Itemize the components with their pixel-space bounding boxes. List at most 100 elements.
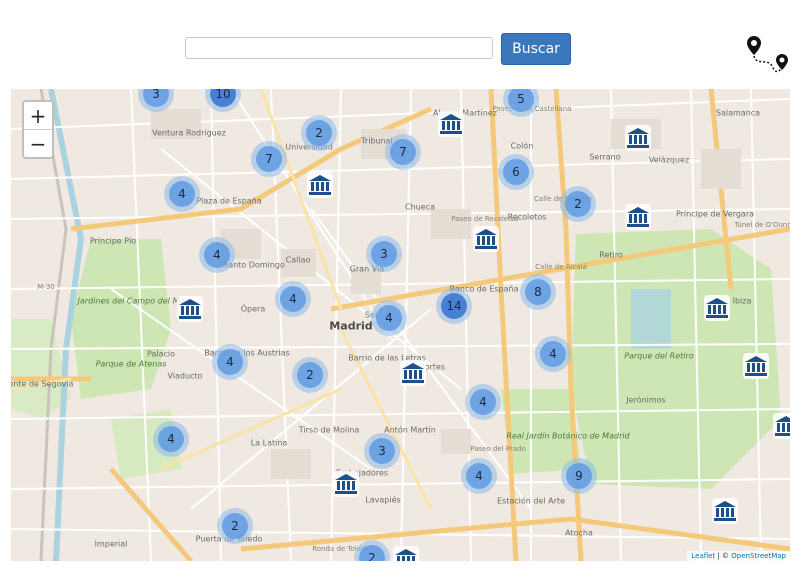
museum-marker-icon[interactable]: [437, 110, 465, 138]
route-pins-icon[interactable]: [742, 32, 792, 78]
map-place-label: Príncipe de Vergara: [675, 209, 755, 219]
marker-cluster[interactable]: 7: [385, 134, 421, 170]
marker-cluster-count: 2: [222, 513, 248, 539]
attribution-separator: | ©: [715, 552, 732, 560]
marker-cluster[interactable]: 4: [212, 344, 248, 380]
marker-cluster-count: 10: [210, 89, 236, 107]
map-place-label: Velázquez: [648, 155, 690, 165]
marker-cluster[interactable]: 6: [498, 154, 534, 190]
marker-cluster[interactable]: 4: [153, 421, 189, 457]
marker-cluster-count: 9: [566, 463, 592, 489]
map-place-label: Puente de Segovia: [11, 379, 74, 389]
map-place-label: Paseo del Prado: [470, 445, 526, 453]
museum-marker-icon[interactable]: [399, 359, 427, 387]
zoom-in-button[interactable]: +: [24, 102, 52, 130]
museum-marker-icon[interactable]: [711, 497, 739, 525]
marker-cluster[interactable]: 2: [301, 115, 337, 151]
map-place-label: Ventura Rodríguez: [152, 128, 226, 138]
map-place-label: Calle de Alcalá: [535, 263, 587, 271]
marker-cluster[interactable]: 3: [366, 236, 402, 272]
marker-cluster[interactable]: 4: [199, 237, 235, 273]
map-place-label: La Latina: [250, 438, 288, 448]
map-place-label: Tirso de Molina: [298, 425, 360, 435]
marker-cluster[interactable]: 4: [371, 300, 407, 336]
map-place-label: Atocha: [565, 528, 593, 538]
marker-cluster-count: 4: [158, 426, 184, 452]
marker-cluster[interactable]: 4: [465, 384, 501, 420]
marker-cluster[interactable]: 4: [275, 281, 311, 317]
marker-cluster-count: 3: [143, 89, 169, 107]
marker-cluster-count: 2: [297, 362, 323, 388]
marker-cluster-count: 14: [441, 293, 467, 319]
marker-cluster-count: 4: [280, 286, 306, 312]
marker-cluster-count: 3: [369, 438, 395, 464]
map-place-label: Plaza de España: [196, 196, 262, 206]
marker-cluster-count: 2: [359, 545, 385, 561]
map-place-label: Ibiza: [732, 296, 752, 306]
map-place-label: Real Jardín Botánico de Madrid: [506, 431, 630, 441]
marker-cluster-count: 2: [306, 120, 332, 146]
museum-marker-icon[interactable]: [624, 203, 652, 231]
marker-cluster[interactable]: 2: [217, 508, 253, 544]
marker-cluster-count: 4: [470, 389, 496, 415]
marker-cluster[interactable]: 4: [461, 458, 497, 494]
map-place-label: Estación del Arte: [497, 496, 565, 506]
map-place-label: Chueca: [405, 202, 435, 212]
marker-cluster-count: 8: [525, 279, 551, 305]
marker-cluster-count: 4: [466, 463, 492, 489]
museum-marker-icon[interactable]: [624, 124, 652, 152]
map-place-label: Lavapiés: [365, 495, 401, 505]
museum-marker-icon[interactable]: [472, 225, 500, 253]
map-place-label: Callao: [285, 255, 311, 265]
marker-cluster-count: 3: [371, 241, 397, 267]
zoom-control: + −: [22, 100, 54, 159]
map-place-label: Túnel de O'Donnell: [734, 221, 790, 229]
marker-cluster[interactable]: 2: [292, 357, 328, 393]
map-place-label: Palacio: [146, 349, 176, 359]
map-view[interactable]: MadridSalamancaUniversidadVentura Rodríg…: [11, 89, 790, 561]
leaflet-link[interactable]: Leaflet: [691, 552, 715, 560]
marker-cluster[interactable]: 7: [251, 141, 287, 177]
museum-marker-icon[interactable]: [306, 171, 334, 199]
marker-cluster[interactable]: 9: [561, 458, 597, 494]
map-place-label: Colón: [510, 141, 534, 151]
map-place-label: Madrid: [329, 319, 373, 333]
marker-cluster-count: 4: [540, 341, 566, 367]
museum-marker-icon[interactable]: [772, 412, 790, 440]
map-place-label: Parque del Retiro: [624, 351, 694, 361]
osm-link[interactable]: OpenStreetMap: [731, 552, 786, 560]
marker-cluster-count: 4: [169, 181, 195, 207]
map-place-label: Viaducto: [167, 371, 203, 381]
map-place-label: Príncipe Pío: [89, 236, 137, 246]
search-input[interactable]: [185, 37, 493, 59]
map-place-label: M-30: [37, 283, 55, 291]
marker-cluster-count: 6: [503, 159, 529, 185]
map-place-label: Jerónimos: [626, 395, 666, 405]
map-place-label: Imperial: [94, 539, 128, 549]
search-button[interactable]: Buscar: [501, 33, 571, 65]
map-place-label: Antón Martín: [384, 425, 436, 435]
marker-cluster-count: 4: [204, 242, 230, 268]
marker-cluster[interactable]: 14: [436, 288, 472, 324]
marker-cluster-count: 2: [565, 191, 591, 217]
museum-marker-icon[interactable]: [742, 352, 770, 380]
search-bar: Buscar: [0, 0, 800, 88]
marker-cluster-count: 7: [390, 139, 416, 165]
map-place-label: Retiro: [599, 250, 623, 260]
map-place-label: Salamanca: [715, 108, 761, 118]
map-place-label: Parque de Atenas: [95, 359, 167, 369]
map-attribution: Leaflet | © OpenStreetMap: [687, 551, 790, 561]
marker-cluster[interactable]: 4: [535, 336, 571, 372]
museum-marker-icon[interactable]: [703, 294, 731, 322]
marker-cluster[interactable]: 3: [364, 433, 400, 469]
marker-cluster-count: 4: [376, 305, 402, 331]
map-place-label: Paseo de Recoletos: [451, 215, 519, 223]
marker-cluster-count: 5: [508, 89, 534, 112]
marker-cluster[interactable]: 4: [164, 176, 200, 212]
zoom-out-button[interactable]: −: [24, 130, 52, 157]
marker-cluster[interactable]: 8: [520, 274, 556, 310]
museum-marker-icon[interactable]: [392, 545, 420, 561]
marker-cluster[interactable]: 2: [560, 186, 596, 222]
museum-marker-icon[interactable]: [332, 470, 360, 498]
museum-marker-icon[interactable]: [176, 295, 204, 323]
